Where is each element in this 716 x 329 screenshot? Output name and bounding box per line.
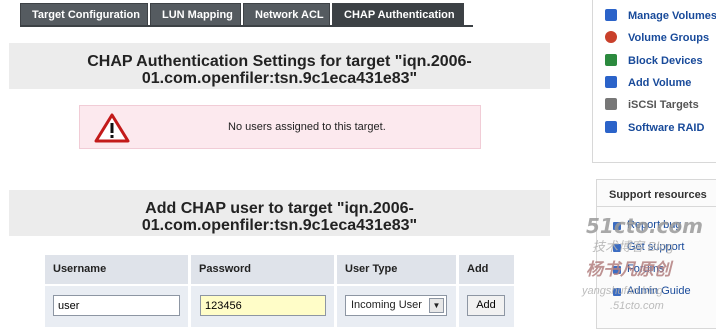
bullet-icon [613, 244, 621, 252]
chap-settings-title-line2: 01.com.openfiler:tsn.9c1eca431e83" [141, 70, 418, 87]
password-input[interactable] [200, 295, 326, 316]
bullet-icon [613, 222, 621, 230]
sidebar-item-software-raid[interactable]: Software RAID [605, 121, 704, 137]
user-type-cell: Incoming User ▼ [337, 286, 456, 327]
column-header-user-type: User Type [337, 255, 456, 284]
sidebar-item-label: Manage Volumes [628, 10, 716, 22]
sidebar-item-label: iSCSI Targets [628, 99, 699, 111]
tab-bar: Target Configuration LUN Mapping Network… [20, 3, 466, 25]
support-resources-box: Support resources Report bug Get support… [596, 179, 716, 329]
dropdown-arrow-icon[interactable]: ▼ [429, 298, 444, 313]
report-bug-link[interactable]: Report bug [627, 219, 681, 231]
bullet-icon [613, 288, 621, 296]
sidebar-item-iscsi-targets[interactable]: iSCSI Targets [605, 98, 699, 114]
sidebar-nav: Manage Volumes Volume Groups Block Devic… [592, 0, 716, 163]
column-header-username: Username [45, 255, 188, 284]
sidebar-item-label: Block Devices [628, 55, 703, 67]
no-users-warning: No users assigned to this target. [79, 105, 481, 149]
tab-lun-mapping[interactable]: LUN Mapping [150, 3, 241, 25]
sidebar-item-label: Volume Groups [628, 32, 710, 44]
bullet-icon [613, 266, 621, 274]
add-volume-icon [605, 76, 617, 88]
block-devices-icon [605, 54, 617, 66]
chap-settings-title-line1: CHAP Authentication Settings for target … [87, 53, 472, 70]
user-type-select[interactable]: Incoming User ▼ [345, 295, 447, 316]
tab-network-acl[interactable]: Network ACL [243, 3, 330, 25]
user-type-selected: Incoming User [351, 299, 422, 311]
chap-settings-header: CHAP Authentication Settings for target … [9, 43, 550, 89]
forums-link[interactable]: Forums [627, 263, 664, 275]
iscsi-targets-icon [605, 98, 617, 110]
add-cell: Add [459, 286, 514, 327]
tab-target-configuration[interactable]: Target Configuration [20, 3, 148, 25]
add-chap-user-title-line2: 01.com.openfiler:tsn.9c1eca431e83" [141, 217, 418, 234]
volume-groups-icon [605, 31, 617, 43]
add-user-button[interactable]: Add [467, 295, 505, 316]
sidebar-item-manage-volumes[interactable]: Manage Volumes [605, 9, 716, 25]
sidebar-item-volume-groups[interactable]: Volume Groups [605, 31, 709, 47]
warning-triangle-icon [94, 113, 130, 143]
username-cell [45, 286, 188, 327]
admin-guide-link[interactable]: Admin Guide [627, 285, 691, 297]
password-cell [191, 286, 334, 327]
column-header-add: Add [459, 255, 514, 284]
tab-chap-authentication[interactable]: CHAP Authentication [332, 3, 464, 25]
volumes-icon [605, 9, 617, 21]
divider [597, 206, 716, 207]
software-raid-icon [605, 121, 617, 133]
warning-message: No users assigned to this target. [228, 121, 386, 133]
get-support-link[interactable]: Get support [627, 241, 684, 253]
sidebar-item-label: Software RAID [628, 122, 705, 134]
column-header-password: Password [191, 255, 334, 284]
sidebar-item-add-volume[interactable]: Add Volume [605, 76, 691, 92]
username-input[interactable] [53, 295, 180, 316]
add-chap-user-header: Add CHAP user to target "iqn.2006- 01.co… [9, 190, 550, 236]
sidebar-item-block-devices[interactable]: Block Devices [605, 54, 703, 70]
support-resources-title: Support resources [609, 189, 707, 201]
sidebar-item-label: Add Volume [628, 77, 692, 89]
add-chap-user-title-line1: Add CHAP user to target "iqn.2006- [145, 200, 414, 217]
tab-underline [20, 25, 473, 27]
